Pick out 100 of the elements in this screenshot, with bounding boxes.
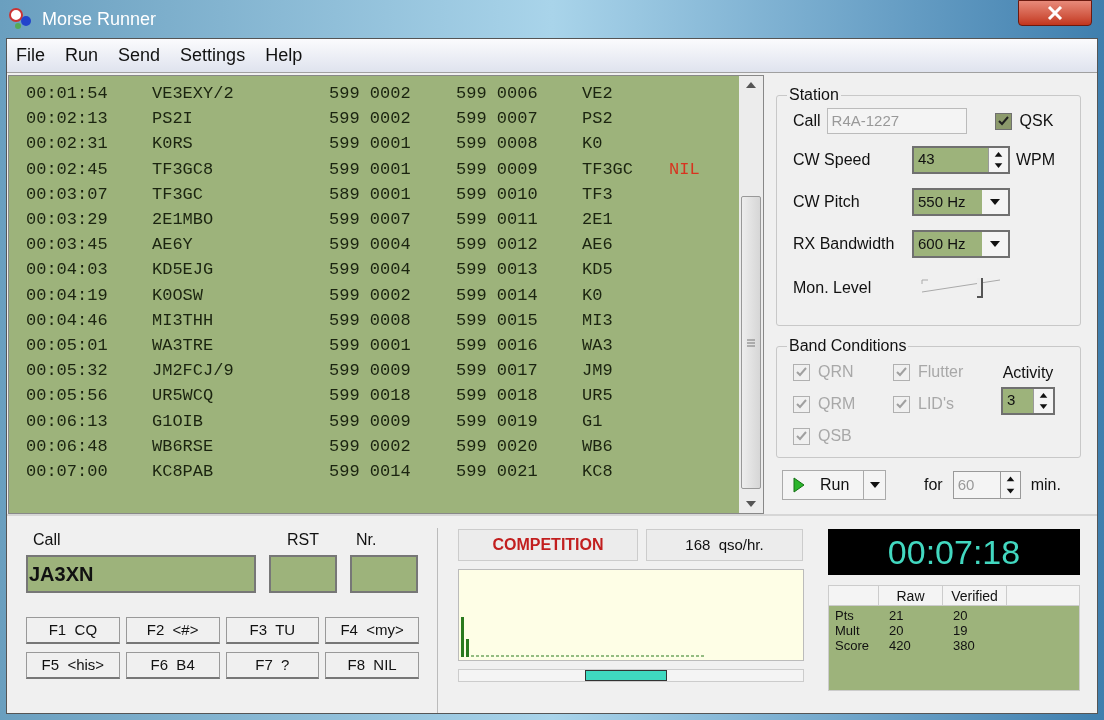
function-key-button[interactable]: F1 CQ bbox=[26, 617, 120, 644]
field-label: Nr. bbox=[356, 530, 378, 550]
function-key-button[interactable]: F8 NIL bbox=[325, 652, 419, 679]
function-key-button[interactable]: F2 <#> bbox=[125, 617, 220, 644]
log-prefix: K0 bbox=[582, 284, 604, 307]
table-cell: 19 bbox=[953, 623, 968, 638]
caret-icon bbox=[869, 482, 880, 488]
log-time: 00:03:45 bbox=[26, 234, 109, 257]
spin-buttons[interactable] bbox=[1033, 389, 1053, 413]
table-cell-text: 20 bbox=[889, 623, 905, 638]
nr-input[interactable] bbox=[350, 555, 418, 593]
menu-item[interactable]: Run bbox=[65, 42, 99, 69]
row-label: Mult bbox=[835, 623, 861, 638]
grip-icon bbox=[747, 338, 755, 347]
log-call: MI3THH bbox=[152, 309, 215, 332]
call-field: R4A-1227 bbox=[826, 108, 967, 134]
clock-display: 00:07:18 bbox=[828, 529, 1080, 575]
checkbox[interactable] bbox=[994, 112, 1012, 130]
log-call: G1OIB bbox=[152, 410, 204, 433]
menu-item[interactable]: Help bbox=[265, 42, 303, 69]
log-prefix: UR5 bbox=[582, 385, 614, 408]
field-label: Activity bbox=[1002, 363, 1054, 383]
app-icon bbox=[8, 7, 34, 31]
log-time: 00:04:46 bbox=[26, 309, 109, 332]
log-prefix: JM9 bbox=[582, 360, 614, 383]
checkbox-label: QRM bbox=[818, 394, 856, 414]
log-call: JM2FCJ/9 bbox=[152, 360, 235, 383]
log-sent: 599 0009 bbox=[329, 360, 412, 383]
log-sent: 599 0008 bbox=[329, 309, 412, 332]
log-call: AE6Y bbox=[152, 234, 194, 257]
log-sent: 599 0002 bbox=[329, 83, 412, 105]
function-key-button[interactable]: F5 <his> bbox=[26, 652, 120, 679]
log-prefix: TF3 bbox=[582, 183, 614, 206]
log-prefix: TF3GC bbox=[582, 158, 634, 181]
log-time: 00:07:00 bbox=[26, 461, 109, 484]
function-key-button[interactable]: F4 <my> bbox=[325, 617, 419, 644]
function-key-button[interactable]: F6 B4 bbox=[125, 652, 220, 679]
log-time: 00:02:45 bbox=[26, 158, 109, 181]
log-received: 599 0011 bbox=[456, 209, 539, 231]
log-call: UR5WCQ bbox=[152, 385, 215, 408]
log-received: 599 0017 bbox=[456, 360, 539, 383]
menu-item[interactable]: Send bbox=[118, 42, 161, 69]
log-call: PS2I bbox=[152, 108, 194, 131]
log-sent: 599 0009 bbox=[329, 410, 412, 433]
log-sent: 599 0018 bbox=[329, 385, 412, 408]
checkbox-label: QRN bbox=[818, 362, 854, 382]
log-time: 00:04:03 bbox=[26, 259, 109, 282]
field-label: Mon. Level bbox=[793, 278, 873, 298]
down-arrow-icon bbox=[746, 501, 756, 507]
log-call: K0RS bbox=[152, 133, 194, 156]
menu-item[interactable]: Settings bbox=[180, 42, 246, 69]
log-prefix: WA3 bbox=[582, 335, 614, 358]
close-button[interactable] bbox=[1018, 0, 1092, 26]
field-label: RX Bandwidth bbox=[793, 234, 896, 254]
log-sent: 599 0002 bbox=[329, 108, 412, 131]
rst-input[interactable] bbox=[269, 555, 337, 593]
table-cell-text: 420 bbox=[889, 638, 912, 653]
activity-spinner[interactable]: 3 bbox=[1001, 387, 1055, 415]
dropdown[interactable]: 550 Hz bbox=[912, 188, 1010, 216]
log-time: 00:02:31 bbox=[26, 133, 109, 156]
menu-item[interactable]: File bbox=[16, 42, 45, 69]
checkmark-icon bbox=[796, 431, 807, 441]
play-icon bbox=[793, 477, 805, 493]
log-received: 599 0020 bbox=[456, 435, 539, 458]
log-sent: 599 0002 bbox=[329, 435, 412, 458]
group-title: Band Conditions bbox=[788, 336, 908, 356]
log-received: 599 0018 bbox=[456, 385, 539, 408]
log-received: 599 0014 bbox=[456, 284, 539, 307]
call-input[interactable]: JA3XN bbox=[26, 555, 256, 593]
checkbox-label: Flutter bbox=[918, 362, 964, 382]
log-prefix: AE6 bbox=[582, 234, 614, 257]
table-cell: 20 bbox=[953, 608, 968, 623]
run-button[interactable]: Run bbox=[782, 470, 886, 500]
function-key-button[interactable]: F3 TU bbox=[225, 617, 320, 644]
log-sent: 599 0007 bbox=[329, 209, 412, 231]
log-received: 599 0016 bbox=[456, 335, 539, 358]
log-call: KD5EJG bbox=[152, 259, 215, 282]
spin-buttons[interactable] bbox=[988, 148, 1008, 172]
speed-spinner[interactable]: 43 bbox=[912, 146, 1010, 174]
log-sent: 599 0014 bbox=[329, 461, 412, 484]
log-call: VE3EXY/2 bbox=[152, 83, 235, 105]
dropdown[interactable]: 600 Hz bbox=[912, 230, 1010, 258]
log-received: 599 0021 bbox=[456, 461, 539, 484]
log-sent: 599 0001 bbox=[329, 133, 412, 156]
log-sent: 589 0001 bbox=[329, 183, 412, 206]
checkmark-icon bbox=[896, 399, 907, 409]
function-key-button[interactable]: F7 ? bbox=[225, 652, 320, 679]
log-received: 599 0008 bbox=[456, 133, 539, 156]
field-label: Call bbox=[33, 530, 62, 550]
log-received: 599 0013 bbox=[456, 259, 539, 282]
field-label: Call bbox=[793, 111, 821, 131]
log-call: KC8PAB bbox=[152, 461, 215, 484]
log-call: 2E1MBO bbox=[152, 209, 215, 231]
unit-label: WPM bbox=[1016, 150, 1056, 170]
checkmark-icon bbox=[997, 116, 1009, 126]
mode-indicator: COMPETITION bbox=[458, 529, 638, 561]
column-header: Verified bbox=[943, 586, 1007, 605]
caret-icon bbox=[989, 198, 1001, 206]
table-cell: 380 bbox=[953, 638, 975, 653]
checkmark-icon bbox=[896, 367, 907, 377]
